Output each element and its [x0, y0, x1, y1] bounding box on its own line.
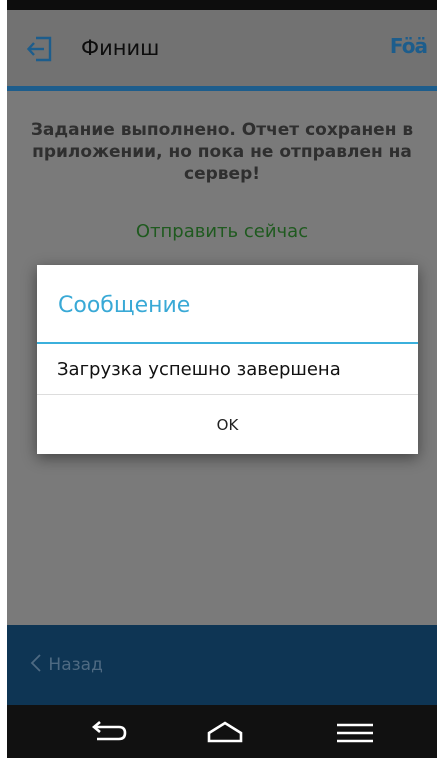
bottom-bar: Назад — [7, 625, 437, 705]
chevron-left-icon — [29, 654, 48, 675]
back-label: Назад — [48, 655, 103, 675]
dialog-divider — [37, 342, 418, 344]
home-icon[interactable] — [203, 719, 247, 747]
menu-icon[interactable] — [333, 719, 377, 747]
phone-screen: Финиш Föä Задание выполнено. Отчет сохра… — [7, 0, 437, 758]
send-now-link[interactable]: Отправить сейчас — [7, 221, 437, 242]
system-nav-bar — [7, 705, 437, 758]
app-logo: Föä — [389, 34, 428, 58]
back-nav-button[interactable]: Назад — [29, 653, 103, 675]
page-title: Финиш — [81, 36, 160, 60]
back-arrow-icon[interactable] — [85, 719, 129, 747]
dialog-message: Загрузка успешно завершена — [57, 359, 341, 380]
app-bar: Финиш Föä — [7, 10, 437, 91]
message-dialog: Сообщение Загрузка успешно завершена OK — [37, 265, 418, 454]
exit-icon[interactable] — [25, 34, 55, 64]
ok-button[interactable]: OK — [37, 395, 418, 454]
status-message: Задание выполнено. Отчет сохранен в прил… — [30, 120, 414, 184]
status-bar — [7, 0, 437, 10]
dialog-title: Сообщение — [58, 293, 191, 318]
